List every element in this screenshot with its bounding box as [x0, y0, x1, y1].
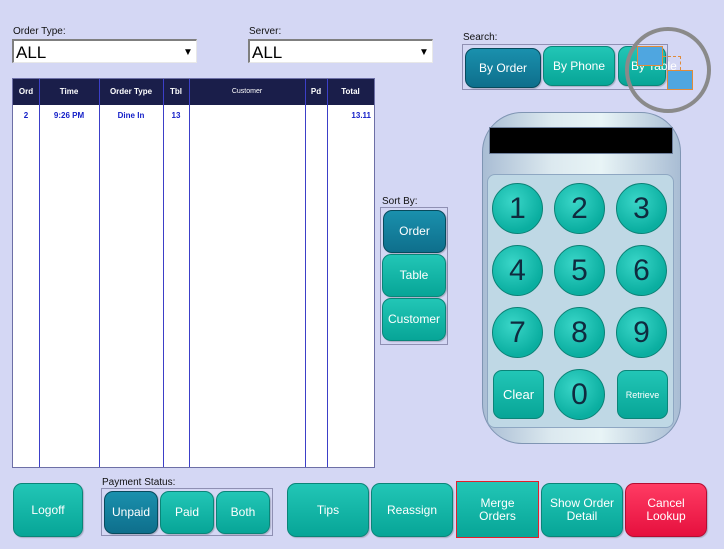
key-3[interactable]: 3 — [616, 183, 667, 234]
cell-tbl: 13 — [171, 111, 181, 120]
cell-total: 13.11 — [351, 111, 371, 120]
sort-customer-button[interactable]: Customer — [382, 298, 446, 341]
key-4[interactable]: 4 — [492, 245, 543, 296]
order-type-value: ALL — [16, 43, 47, 62]
by-phone-button[interactable]: By Phone — [543, 46, 615, 86]
cell-ord: 2 — [23, 111, 29, 120]
column-divider — [39, 79, 40, 467]
orders-grid[interactable]: Ord Time Order Type Tbl Customer Pd Tota… — [12, 78, 375, 468]
col-header-ord[interactable]: Ord — [13, 79, 39, 105]
merge-orders-button[interactable]: Merge Orders — [456, 481, 539, 538]
chevron-down-icon[interactable]: ▼ — [418, 43, 430, 60]
reassign-button[interactable]: Reassign — [371, 483, 453, 537]
sort-by-label: Sort By: — [382, 196, 418, 207]
server-label: Server: — [249, 26, 282, 37]
drag-source-box — [637, 46, 663, 66]
drag-target-box — [667, 70, 693, 90]
server-dropdown[interactable]: ALL ▼ — [248, 39, 433, 63]
col-header-tbl[interactable]: Tbl — [163, 79, 189, 105]
show-order-detail-button[interactable]: Show Order Detail — [541, 483, 623, 537]
col-header-pd[interactable]: Pd — [305, 79, 327, 105]
search-label: Search: — [463, 32, 498, 43]
order-type-dropdown[interactable]: ALL ▼ — [12, 39, 197, 63]
by-order-button[interactable]: By Order — [465, 48, 541, 88]
key-2[interactable]: 2 — [554, 183, 605, 234]
key-retrieve[interactable]: Retrieve — [617, 370, 668, 419]
keypad-display — [489, 127, 673, 154]
key-0[interactable]: 0 — [554, 369, 605, 420]
both-button[interactable]: Both — [216, 491, 270, 534]
sort-table-button[interactable]: Table — [382, 254, 446, 297]
col-header-time[interactable]: Time — [39, 79, 99, 105]
unpaid-button[interactable]: Unpaid — [104, 491, 158, 534]
col-header-total[interactable]: Total — [327, 79, 374, 105]
key-1[interactable]: 1 — [492, 183, 543, 234]
cell-pd — [305, 109, 327, 123]
column-divider — [305, 79, 306, 467]
column-divider — [163, 79, 164, 467]
server-value: ALL — [252, 43, 283, 62]
cell-order-type: Dine In — [117, 111, 145, 120]
column-divider — [189, 79, 190, 467]
chevron-down-icon[interactable]: ▼ — [182, 43, 194, 60]
cell-customer — [189, 109, 305, 123]
key-6[interactable]: 6 — [616, 245, 667, 296]
paid-button[interactable]: Paid — [160, 491, 214, 534]
column-divider — [327, 79, 328, 467]
tips-button[interactable]: Tips — [287, 483, 369, 537]
col-header-order-type[interactable]: Order Type — [99, 79, 163, 105]
logoff-button[interactable]: Logoff — [13, 483, 83, 537]
cell-time: 9:26 PM — [53, 111, 85, 120]
sort-order-button[interactable]: Order — [383, 210, 446, 253]
payment-status-label: Payment Status: — [102, 477, 176, 488]
key-7[interactable]: 7 — [492, 307, 543, 358]
key-9[interactable]: 9 — [616, 307, 667, 358]
key-5[interactable]: 5 — [554, 245, 605, 296]
key-clear[interactable]: Clear — [493, 370, 544, 419]
key-8[interactable]: 8 — [554, 307, 605, 358]
cancel-lookup-button[interactable]: Cancel Lookup — [625, 483, 707, 537]
col-header-customer[interactable]: Customer — [189, 79, 305, 105]
column-divider — [99, 79, 100, 467]
order-type-label: Order Type: — [13, 26, 66, 37]
drag-path — [663, 56, 681, 70]
